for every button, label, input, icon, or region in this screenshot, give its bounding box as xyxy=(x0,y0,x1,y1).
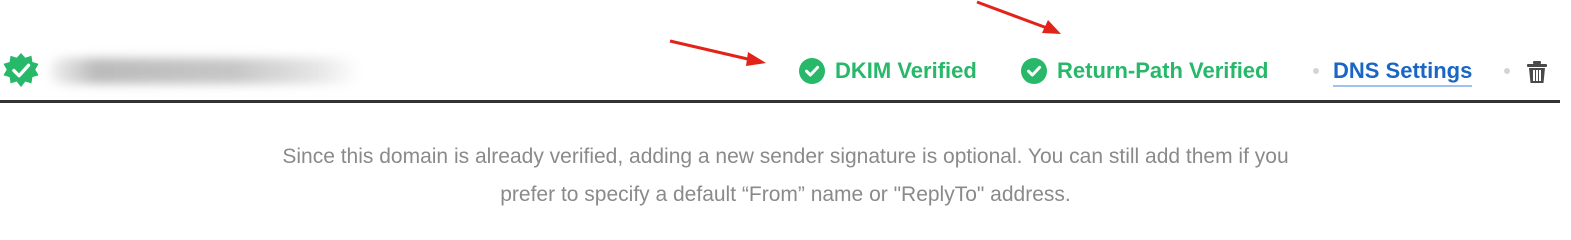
dkim-status-label: DKIM Verified xyxy=(835,58,977,83)
domain-name xyxy=(50,58,360,84)
notice-line-2: prefer to specify a default “From” name … xyxy=(500,183,1071,206)
dns-settings-link[interactable]: DNS Settings xyxy=(1333,58,1473,87)
dkim-status: DKIM Verified xyxy=(799,58,977,84)
trash-icon[interactable] xyxy=(1526,60,1548,84)
separator-dot xyxy=(1313,68,1319,74)
annotation-arrow-return-path xyxy=(976,0,1061,34)
verified-badge-icon xyxy=(3,52,39,88)
check-circle-icon xyxy=(799,58,825,84)
domain-row: DKIM Verified Return-Path Verified DNS S… xyxy=(0,40,1560,103)
notice-line-1: Since this domain is already verified, a… xyxy=(282,145,1289,168)
optional-signature-notice: Since this domain is already verified, a… xyxy=(0,138,1571,214)
return-path-status-label: Return-Path Verified xyxy=(1057,58,1269,83)
separator-dot xyxy=(1504,68,1510,74)
check-circle-icon xyxy=(1021,58,1047,84)
return-path-status: Return-Path Verified xyxy=(1021,58,1268,84)
